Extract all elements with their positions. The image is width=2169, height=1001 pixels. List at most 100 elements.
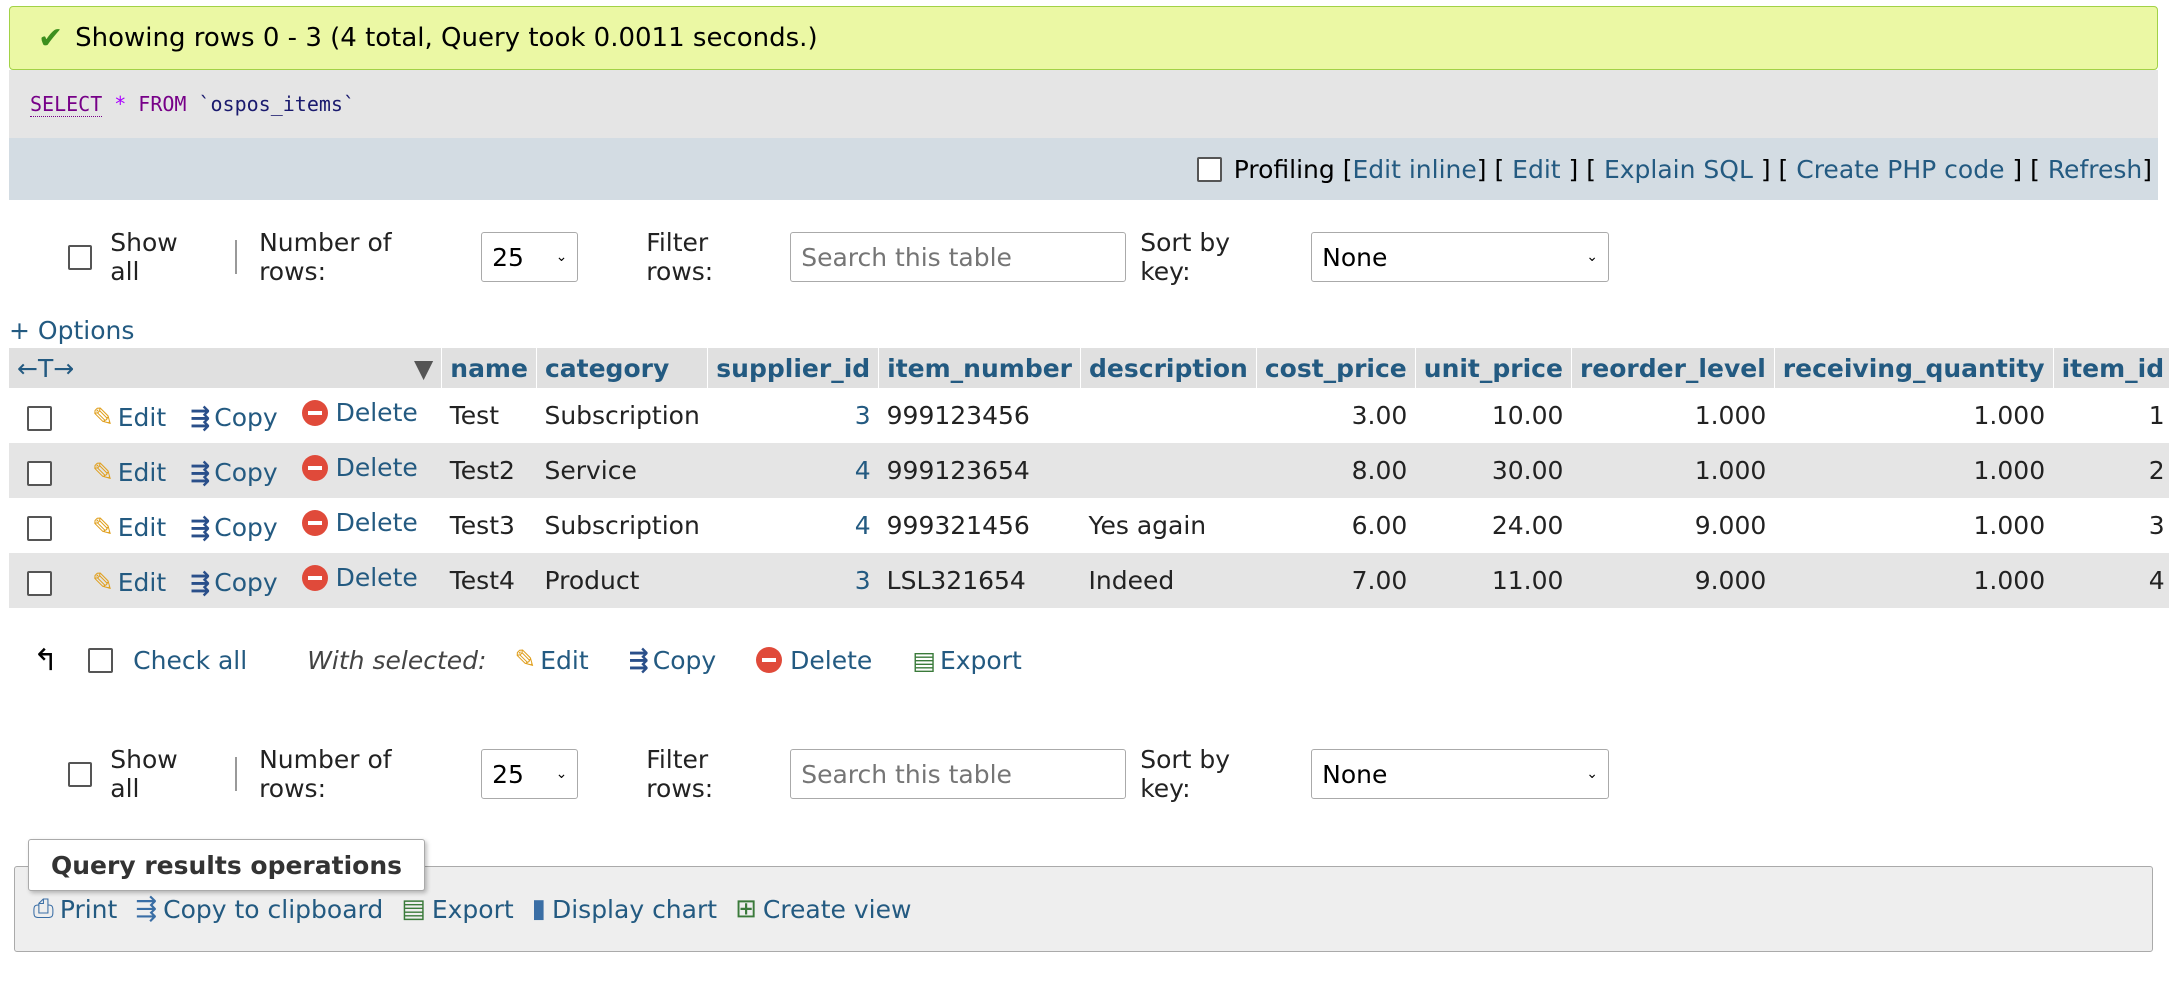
column-controls-header[interactable]: ←T→ ▼ — [9, 348, 443, 388]
cell-item-number[interactable]: 999321456 — [878, 498, 1081, 553]
column-header-name[interactable]: name — [441, 348, 537, 388]
row-edit-link[interactable]: ✎ Edit — [92, 403, 166, 433]
cell-category[interactable]: Subscription — [536, 388, 708, 443]
bulk-export-button[interactable]: ▤ Export — [912, 646, 1021, 675]
row-edit-link[interactable]: ✎ Edit — [92, 568, 166, 598]
supplier-id-link[interactable]: 4 — [855, 456, 871, 485]
cell-supplier-id[interactable]: 4 — [707, 498, 879, 553]
row-copy-link[interactable]: ⇶ Copy — [190, 568, 278, 597]
sql-keyword-select[interactable]: SELECT — [30, 92, 103, 117]
cell-reorder-level[interactable]: 1.000 — [1571, 388, 1775, 443]
column-header-category[interactable]: category — [536, 348, 709, 388]
rows-select[interactable]: 25 ⌄ — [481, 232, 579, 282]
cell-reorder-level[interactable]: 9.000 — [1571, 553, 1775, 608]
row-delete-link[interactable]: Delete — [301, 508, 418, 537]
row-copy-link[interactable]: ⇶ Copy — [190, 458, 278, 487]
cell-reorder-level[interactable]: 9.000 — [1571, 498, 1775, 553]
row-checkbox[interactable] — [27, 516, 52, 542]
copy-to-clipboard-link[interactable]: ⇶ Copy to clipboard — [135, 894, 383, 924]
row-delete-link[interactable]: Delete — [301, 398, 418, 427]
explain-sql-link[interactable]: Explain SQL — [1604, 155, 1753, 184]
cell-supplier-id[interactable]: 3 — [707, 553, 879, 608]
export-link[interactable]: ▤ Export — [401, 894, 513, 924]
column-header-receiving-quantity[interactable]: receiving_quantity — [1774, 348, 2054, 388]
cell-reorder-level[interactable]: 1.000 — [1571, 443, 1775, 498]
refresh-link[interactable]: Refresh — [2048, 155, 2142, 184]
cell-description[interactable] — [1080, 388, 1257, 443]
cell-cost-price[interactable]: 3.00 — [1256, 388, 1416, 443]
profiling-checkbox[interactable] — [1196, 156, 1222, 182]
cell-receiving-quantity[interactable]: 1.000 — [1774, 443, 2054, 498]
cell-cost-price[interactable]: 6.00 — [1256, 498, 1416, 553]
bulk-copy-button[interactable]: ⇶ Copy — [629, 646, 717, 675]
sort-dropdown-icon[interactable]: ▼ — [414, 354, 433, 383]
column-header-reorder-level[interactable]: reorder_level — [1571, 348, 1775, 388]
cell-category[interactable]: Product — [536, 553, 708, 608]
column-header-item-id[interactable]: item_id — [2053, 348, 2169, 388]
sql-query-box[interactable]: SELECT * FROM `ospos_items` — [9, 70, 2158, 138]
row-delete-link[interactable]: Delete — [301, 563, 418, 592]
cell-item-number[interactable]: 999123654 — [878, 443, 1081, 498]
edit-sql-link[interactable]: Edit — [1512, 155, 1560, 184]
row-checkbox[interactable] — [27, 406, 52, 432]
filter-input[interactable] — [790, 749, 1127, 799]
cell-item-id[interactable]: 4 — [2053, 553, 2169, 608]
column-header-description[interactable]: description — [1080, 348, 1257, 388]
cell-item-id[interactable]: 2 — [2053, 443, 2169, 498]
row-edit-link[interactable]: ✎ Edit — [92, 458, 166, 488]
cell-receiving-quantity[interactable]: 1.000 — [1774, 553, 2054, 608]
filter-input[interactable] — [790, 232, 1127, 282]
cell-category[interactable]: Service — [536, 443, 708, 498]
cell-cost-price[interactable]: 7.00 — [1256, 553, 1416, 608]
check-all-link[interactable]: Check all — [133, 646, 247, 675]
row-edit-link[interactable]: ✎ Edit — [92, 513, 166, 543]
display-chart-link[interactable]: ▮ Display chart — [532, 894, 717, 924]
cell-receiving-quantity[interactable]: 1.000 — [1774, 498, 2054, 553]
cell-cost-price[interactable]: 8.00 — [1256, 443, 1416, 498]
cell-item-number[interactable]: 999123456 — [878, 388, 1081, 443]
create-php-link[interactable]: Create PHP code — [1796, 155, 2004, 184]
options-link[interactable]: + Options — [9, 316, 134, 345]
cell-unit-price[interactable]: 30.00 — [1415, 443, 1572, 498]
bulk-edit-button[interactable]: ✎ Edit — [514, 645, 588, 675]
column-header-item-number[interactable]: item_number — [878, 348, 1082, 388]
row-copy-link[interactable]: ⇶ Copy — [190, 513, 278, 542]
show-all-checkbox[interactable] — [68, 244, 93, 270]
cell-category[interactable]: Subscription — [536, 498, 708, 553]
bulk-delete-button[interactable]: Delete — [756, 646, 872, 675]
row-checkbox[interactable] — [27, 571, 52, 597]
cell-supplier-id[interactable]: 3 — [707, 388, 879, 443]
supplier-id-link[interactable]: 3 — [855, 566, 871, 595]
cell-name[interactable]: Test3 — [441, 498, 537, 553]
row-copy-link[interactable]: ⇶ Copy — [190, 403, 278, 432]
cell-item-number[interactable]: LSL321654 — [878, 553, 1081, 608]
column-header-supplier-id[interactable]: supplier_id — [707, 348, 880, 388]
cell-description[interactable] — [1080, 443, 1257, 498]
cell-unit-price[interactable]: 24.00 — [1415, 498, 1572, 553]
cell-name[interactable]: Test2 — [441, 443, 537, 498]
sort-select[interactable]: None ⌄ — [1311, 232, 1609, 282]
cell-item-id[interactable]: 3 — [2053, 498, 2169, 553]
cell-item-id[interactable]: 1 — [2053, 388, 2169, 443]
row-delete-link[interactable]: Delete — [301, 453, 418, 482]
cell-unit-price[interactable]: 11.00 — [1415, 553, 1572, 608]
cell-description[interactable]: Indeed — [1080, 553, 1257, 608]
show-all-checkbox[interactable] — [68, 761, 93, 787]
create-view-link[interactable]: ⊞ Create view — [735, 894, 911, 924]
column-header-unit-price[interactable]: unit_price — [1415, 348, 1572, 388]
cell-name[interactable]: Test4 — [441, 553, 537, 608]
column-resize-arrows-icon[interactable]: ←T→ — [17, 354, 74, 383]
supplier-id-link[interactable]: 3 — [855, 401, 871, 430]
print-link[interactable]: ⎙ Print — [33, 894, 117, 925]
cell-receiving-quantity[interactable]: 1.000 — [1774, 388, 2054, 443]
cell-description[interactable]: Yes again — [1080, 498, 1257, 553]
cell-name[interactable]: Test — [441, 388, 537, 443]
row-checkbox[interactable] — [27, 461, 52, 487]
column-header-cost-price[interactable]: cost_price — [1256, 348, 1416, 388]
edit-inline-link[interactable]: Edit inline — [1352, 155, 1476, 184]
cell-supplier-id[interactable]: 4 — [707, 443, 879, 498]
check-all-checkbox[interactable] — [88, 647, 114, 673]
supplier-id-link[interactable]: 4 — [855, 511, 871, 540]
rows-select[interactable]: 25 ⌄ — [481, 749, 579, 799]
cell-unit-price[interactable]: 10.00 — [1415, 388, 1572, 443]
